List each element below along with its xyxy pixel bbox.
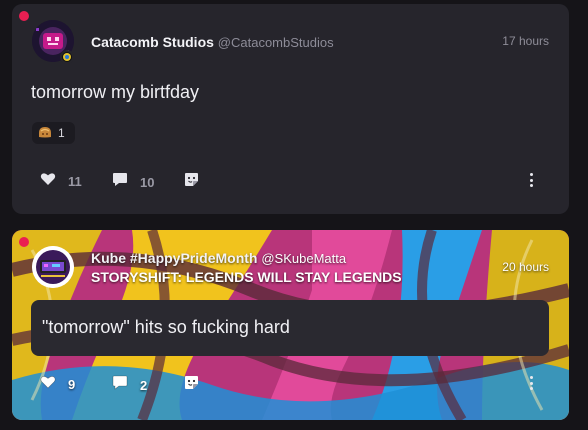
post-card[interactable]: Kube #HappyPrideMonth @SKubeMatta STORYS…: [12, 230, 569, 420]
author-line: Catacomb Studios @CatacombStudios: [91, 34, 334, 50]
comment-icon: [112, 375, 128, 395]
post-text: tomorrow my birtfday: [31, 82, 200, 102]
post-card[interactable]: Catacomb Studios @CatacombStudios 17 hou…: [12, 4, 569, 214]
post-timestamp[interactable]: 20 hours: [502, 260, 549, 274]
avatar-badge-icon: [60, 50, 74, 64]
more-options-button[interactable]: [525, 374, 537, 392]
author-handle[interactable]: @CatacombStudios: [218, 35, 334, 50]
reaction-count: 1: [58, 126, 65, 140]
sticker-button[interactable]: [184, 172, 199, 192]
comment-count: 10: [140, 174, 155, 190]
more-options-button[interactable]: [525, 171, 537, 189]
post-timestamp[interactable]: 17 hours: [502, 34, 549, 48]
sticker-button[interactable]: [184, 375, 199, 395]
heart-icon: [40, 375, 56, 394]
author-handle[interactable]: @SKubeMatta: [261, 251, 346, 266]
author-line: Kube #HappyPrideMonth @SKubeMatta: [91, 250, 346, 266]
like-count: 11: [68, 174, 82, 189]
sticker-icon: [184, 375, 199, 395]
bread-emoji-icon: [37, 125, 53, 142]
unread-indicator: [19, 11, 29, 21]
author-name[interactable]: Kube #HappyPrideMonth: [91, 250, 257, 266]
sticker-icon: [184, 172, 199, 192]
like-button[interactable]: 11: [40, 172, 82, 191]
avatar[interactable]: [32, 246, 74, 288]
heart-icon: [40, 172, 56, 191]
comment-button[interactable]: 10: [112, 172, 154, 192]
like-button[interactable]: 9: [40, 375, 75, 394]
unread-indicator: [19, 237, 29, 247]
author-name[interactable]: Catacomb Studios: [91, 34, 214, 50]
author-subtitle: STORYSHIFT: LEGENDS WILL STAY LEGENDS: [91, 269, 402, 285]
comment-button[interactable]: 2: [112, 375, 147, 395]
like-count: 9: [68, 377, 76, 392]
post-text: "tomorrow" hits so fucking hard: [42, 317, 290, 337]
reaction-chip[interactable]: 1: [32, 122, 75, 144]
comment-count: 2: [140, 377, 148, 393]
comment-icon: [112, 172, 128, 192]
